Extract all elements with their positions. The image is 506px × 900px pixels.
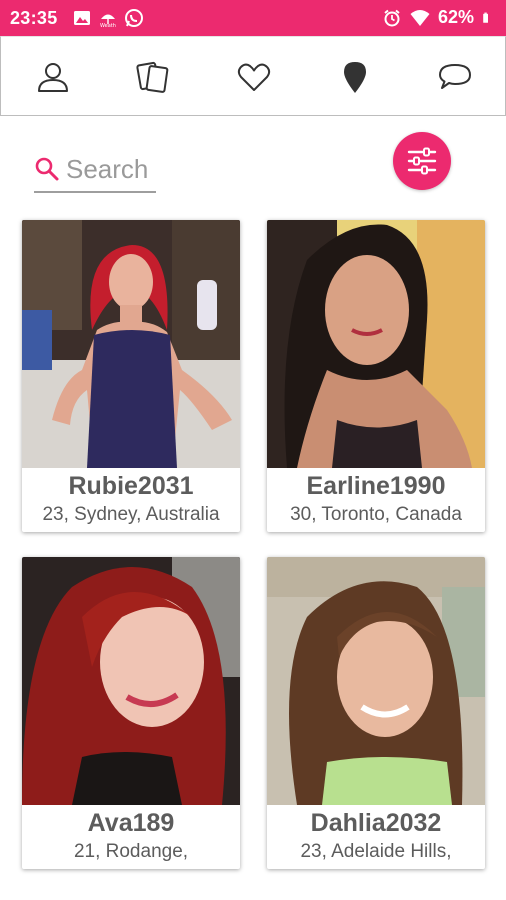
nav-profile[interactable]	[33, 57, 73, 97]
status-bar: 23:35 Weath 62%	[0, 0, 506, 36]
profile-photo	[267, 220, 485, 468]
profile-username: Ava189	[87, 809, 175, 837]
location-pin-icon	[344, 62, 366, 93]
alarm-icon	[384, 9, 400, 26]
profile-photo	[22, 220, 240, 468]
top-navigation-bar	[0, 36, 506, 116]
nav-nearby[interactable]	[335, 57, 375, 97]
svg-text:Weath: Weath	[100, 23, 116, 28]
profile-photo	[22, 557, 240, 805]
notification-icons: Weath	[72, 8, 144, 28]
status-time: 23:35	[10, 8, 58, 28]
nav-messages[interactable]	[435, 57, 475, 97]
profile-photo-image	[267, 220, 485, 468]
profile-card[interactable]: Rubie2031 23, Sydney, Australia	[22, 220, 240, 532]
profile-username: Rubie2031	[68, 472, 194, 500]
whatsapp-icon	[125, 9, 143, 27]
chat-bubble-icon	[439, 64, 471, 89]
cards-icon	[136, 61, 169, 93]
profile-icon	[38, 63, 68, 92]
search-box[interactable]	[34, 147, 156, 193]
profile-details: 21, Rodange,	[73, 841, 189, 862]
profile-username: Earline1990	[306, 472, 446, 500]
profile-photo	[267, 557, 485, 805]
profile-card[interactable]: Dahlia2032 23, Adelaide Hills,	[267, 557, 485, 869]
image-icon	[74, 11, 90, 25]
profile-card[interactable]: Earline1990 30, Toronto, Canada	[267, 220, 485, 532]
profile-photo-image	[22, 557, 240, 805]
profile-details: 30, Toronto, Canada	[290, 504, 462, 525]
profile-photo-image	[22, 220, 240, 468]
filter-button[interactable]	[393, 132, 451, 190]
weather-icon: Weath	[100, 14, 116, 28]
battery-percentage: 62%	[437, 7, 474, 27]
heart-icon	[237, 63, 271, 91]
profile-card[interactable]: Ava189 21, Rodange,	[22, 557, 240, 869]
sliders-icon	[407, 147, 437, 175]
system-icons: 62%	[382, 7, 494, 28]
wifi-icon	[410, 9, 430, 26]
battery-icon	[483, 12, 488, 23]
profile-photo-image	[267, 557, 485, 805]
profile-username: Dahlia2032	[310, 809, 442, 837]
profile-details: 23, Sydney, Australia	[42, 504, 220, 525]
search-icon	[35, 157, 59, 181]
nav-favorites[interactable]	[234, 57, 274, 97]
profile-details: 23, Adelaide Hills,	[300, 841, 452, 862]
search-input[interactable]	[66, 153, 156, 185]
nav-cards[interactable]	[133, 57, 173, 97]
